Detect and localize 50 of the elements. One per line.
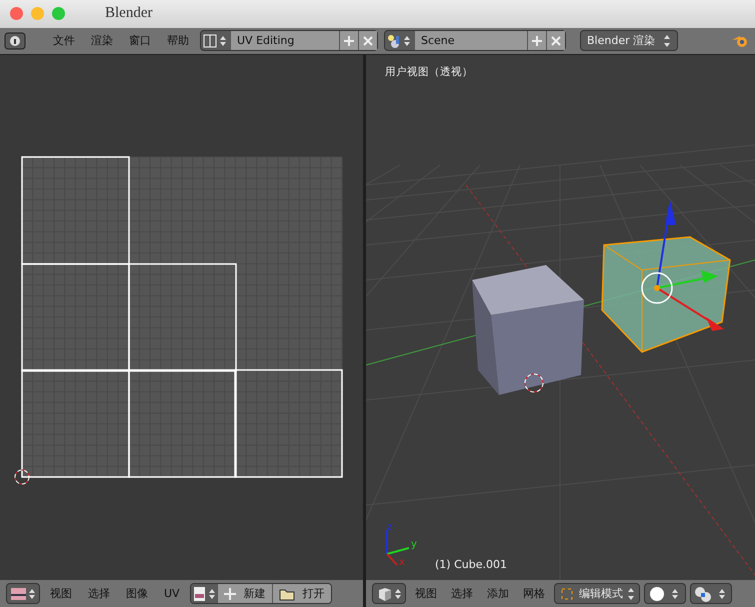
info-icon[interactable] (4, 32, 26, 50)
menu-item[interactable]: 网格 (518, 586, 550, 602)
remove-button[interactable] (358, 31, 377, 50)
updown-arrows-icon (627, 586, 635, 601)
menu-item[interactable]: UV (158, 587, 186, 600)
menu-item[interactable]: 添加 (482, 586, 514, 602)
screen-layout-field[interactable]: UV Editing (231, 31, 339, 50)
plus-icon (224, 588, 236, 600)
cursor-icon (14, 470, 30, 485)
menu-item[interactable]: 选择 (446, 586, 478, 602)
edit-mode-icon (559, 586, 575, 602)
add-button[interactable] (527, 31, 546, 50)
close-icon (551, 36, 561, 46)
plus-icon (532, 36, 542, 46)
close-icon (363, 36, 373, 46)
shading-dropdown[interactable] (644, 583, 686, 604)
window-title: Blender (105, 5, 152, 22)
pivot-dropdown[interactable] (690, 583, 732, 604)
menu-item[interactable]: 选择 (82, 586, 116, 602)
menu-item[interactable]: 帮助 (162, 33, 194, 48)
menu-item[interactable]: 视图 (44, 586, 78, 602)
view-label: 用户视图（透视） (385, 65, 473, 80)
scene-selector[interactable]: Scene (384, 30, 566, 52)
mode-dropdown[interactable]: 编辑模式 (554, 583, 640, 604)
remove-button[interactable] (546, 31, 565, 50)
plus-icon (344, 36, 354, 46)
menu-item[interactable]: 图像 (120, 586, 154, 602)
editor-type-button[interactable] (6, 583, 40, 604)
image-editor-icon (9, 586, 37, 602)
menu-item[interactable]: 文件 (48, 33, 80, 48)
menu-item[interactable]: 视图 (410, 586, 442, 602)
editor-type-button[interactable] (372, 583, 406, 604)
transform-gizmo[interactable] (641, 200, 724, 332)
object-label: (1) Cube.001 (435, 558, 507, 572)
folder-icon (278, 586, 295, 601)
axis-gizmo (386, 530, 410, 566)
add-button[interactable] (339, 31, 358, 50)
screen-layout-selector[interactable]: UV Editing (200, 30, 378, 52)
image-browse-button[interactable] (190, 584, 217, 604)
axis-label: y (411, 539, 417, 550)
axis-label: x (399, 557, 405, 568)
render-engine-dropdown[interactable]: Blender 渲染 (580, 30, 678, 52)
updown-arrows-icon (663, 34, 672, 48)
scene-field[interactable]: Scene (415, 31, 527, 50)
new-image-button[interactable]: 新建 (216, 584, 272, 604)
cursor-icon (524, 374, 544, 393)
axis-label: z (387, 522, 392, 534)
menu-item[interactable]: 渲染 (86, 33, 118, 48)
menu-item[interactable]: 窗口 (124, 33, 156, 48)
open-image-button[interactable]: 打开 (272, 584, 331, 604)
